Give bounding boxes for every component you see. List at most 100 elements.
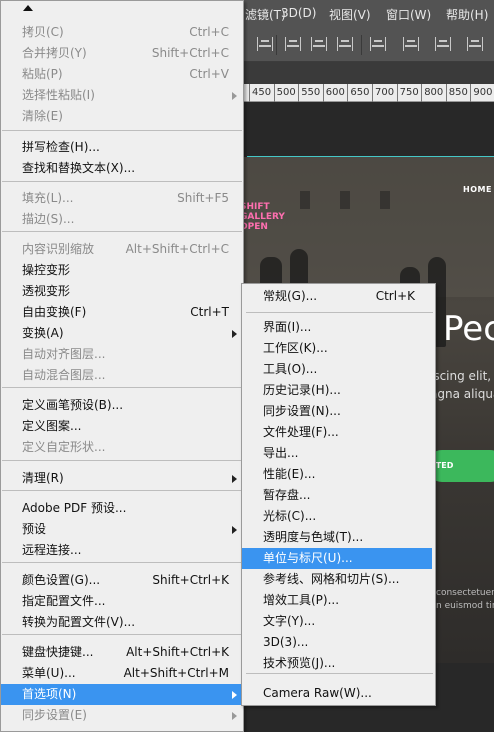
preferences-menu-item[interactable]: 界面(I)... xyxy=(242,317,432,338)
ruler-tick xyxy=(249,84,250,102)
menu-item-label: 颜色设置(G)... xyxy=(22,573,101,587)
menu-item-label: 同步设置(E) xyxy=(22,708,87,722)
menubar-item[interactable]: 帮助(H) xyxy=(446,6,488,23)
menu-item-label: 填充(L)... xyxy=(22,191,74,205)
preferences-menu-item[interactable]: 技术预览(J)... xyxy=(242,653,432,674)
menu-item-label: 内容识别缩放 xyxy=(22,242,95,256)
edit-menu-item: 自动混合图层... xyxy=(1,365,243,386)
submenu-arrow-icon xyxy=(232,475,237,483)
building-window xyxy=(340,191,350,209)
edit-menu-item[interactable]: 指定配置文件... xyxy=(1,591,243,612)
preferences-menu-item[interactable]: 3D(3)... xyxy=(242,632,432,653)
align-icon[interactable] xyxy=(257,37,273,51)
align-icon[interactable] xyxy=(435,37,451,51)
preferences-menu-item[interactable]: Camera Raw(W)... xyxy=(242,683,432,704)
preferences-menu-item[interactable]: 历史记录(H)... xyxy=(242,380,432,401)
align-icon[interactable] xyxy=(285,37,301,51)
ruler-tick xyxy=(372,84,373,102)
menu-item-shortcut: Ctrl+C xyxy=(189,25,229,39)
ruler-label: 600 xyxy=(325,87,345,98)
scroll-up-arrow-icon[interactable] xyxy=(23,5,33,11)
edit-menu-item[interactable]: 清理(R) xyxy=(1,468,243,489)
preferences-menu-item[interactable]: 工具(O)... xyxy=(242,359,432,380)
preferences-menu-item[interactable]: 性能(E)... xyxy=(242,464,432,485)
menu-item-shortcut: Ctrl+K xyxy=(375,289,415,303)
ruler-label: 500 xyxy=(276,87,296,98)
edit-menu-item[interactable]: 菜单(U)... Alt+Shift+Ctrl+M xyxy=(1,663,243,684)
preferences-menu-item[interactable]: 透明度与色域(T)... xyxy=(242,527,432,548)
preferences-menu-item[interactable]: 增效工具(P)... xyxy=(242,590,432,611)
preferences-menu-item[interactable]: 参考线、网格和切片(S)... xyxy=(242,569,432,590)
neon-sign: SHIFT GALLERY OPEN xyxy=(240,202,285,232)
align-icon[interactable] xyxy=(370,37,386,51)
photoshop-window: 滤镜(T) 3D(D) 视图(V) 窗口(W) 帮助(H) 450 500 550 600 65… xyxy=(0,0,494,732)
menu-item-label: 透明度与色域(T)... xyxy=(263,530,364,544)
preferences-menu-item[interactable]: 暂存盘... xyxy=(242,485,432,506)
menu-item-label: 文件处理(F)... xyxy=(263,425,339,439)
menu-item-label: 选择性粘贴(I) xyxy=(22,88,95,102)
menu-item-label: 清理(R) xyxy=(22,471,64,485)
menu-item-label: 清除(E) xyxy=(22,109,63,123)
edit-menu-item[interactable]: 键盘快捷键... Alt+Shift+Ctrl+K xyxy=(1,642,243,663)
edit-menu-item[interactable]: 转换为配置文件(V)... xyxy=(1,612,243,633)
edit-menu-item[interactable]: 颜色设置(G)... Shift+Ctrl+K xyxy=(1,570,243,591)
edit-menu-item[interactable]: 拼写检查(H)... xyxy=(1,137,243,158)
preferences-menu-item[interactable]: 单位与标尺(U)... xyxy=(242,548,432,569)
menu-item-shortcut: Alt+Shift+Ctrl+M xyxy=(123,666,229,680)
menubar-item[interactable]: 3D(D) xyxy=(281,6,316,20)
footer-text-line1: consectetuer a xyxy=(436,588,494,598)
ruler-label: 450 xyxy=(252,87,272,98)
edit-menu-item[interactable]: Adobe PDF 预设... xyxy=(1,498,243,519)
edit-menu-item[interactable]: 查找和替换文本(X)... xyxy=(1,158,243,179)
menu-divider xyxy=(2,460,242,461)
submenu-arrow-icon xyxy=(232,330,237,338)
menu-divider xyxy=(2,387,242,388)
menu-item-shortcut: Shift+F5 xyxy=(177,191,229,205)
menubar-item[interactable]: 视图(V) xyxy=(329,6,371,23)
ruler-tick xyxy=(396,84,398,102)
menu-item-label: 常规(G)... xyxy=(263,289,318,303)
menu-item-label: 参考线、网格和切片(S)... xyxy=(263,572,400,586)
ruler-label: 700 xyxy=(375,87,395,98)
hero-headline: Pec xyxy=(443,309,494,349)
preferences-menu-item[interactable]: 常规(G)... Ctrl+K xyxy=(242,286,432,307)
menu-item-label: 历史记录(H)... xyxy=(263,383,341,397)
menu-divider xyxy=(2,562,242,563)
align-icon[interactable] xyxy=(467,37,483,51)
menubar-item[interactable]: 窗口(W) xyxy=(386,6,431,23)
edit-menu-item[interactable]: 透视变形 xyxy=(1,281,243,302)
preferences-menu-item[interactable]: 光标(C)... xyxy=(242,506,432,527)
menu-divider xyxy=(2,181,242,182)
edit-menu-item[interactable]: 操控变形 xyxy=(1,260,243,281)
menu-item-label: 定义图案... xyxy=(22,419,82,433)
align-icon[interactable] xyxy=(337,37,353,51)
menu-item-label: 预设 xyxy=(22,522,47,536)
edit-menu-item: 同步设置(E) xyxy=(1,705,243,726)
align-icon[interactable] xyxy=(403,37,419,51)
preferences-menu-item[interactable]: 同步设置(N)... xyxy=(242,401,432,422)
ruler-label: 750 xyxy=(399,87,419,98)
preferences-menu-item[interactable]: 文件处理(F)... xyxy=(242,422,432,443)
edit-menu-item[interactable]: 预设 xyxy=(1,519,243,540)
menu-divider xyxy=(2,130,242,131)
preferences-menu-item[interactable]: 文字(Y)... xyxy=(242,611,432,632)
menu-item-label: 性能(E)... xyxy=(263,467,316,481)
menu-item-label: 拷贝(C) xyxy=(22,25,64,39)
align-icon[interactable] xyxy=(311,37,327,51)
preferences-menu-item[interactable]: 导出... xyxy=(242,443,432,464)
edit-menu-item[interactable]: 远程连接... xyxy=(1,540,243,561)
edit-menu-item[interactable]: 首选项(N) xyxy=(1,684,243,705)
menu-item-shortcut: Ctrl+T xyxy=(190,305,229,319)
edit-menu-item: 定义自定形状... xyxy=(1,437,243,458)
menubar-item[interactable]: 滤镜(T) xyxy=(245,6,286,23)
menu-divider xyxy=(2,490,242,491)
building-window xyxy=(300,191,310,209)
submenu-arrow-icon xyxy=(232,691,237,699)
edit-menu-item[interactable]: 定义图案... xyxy=(1,416,243,437)
edit-menu-item[interactable]: 变换(A) xyxy=(1,323,243,344)
edit-menu-item[interactable]: 定义画笔预设(B)... xyxy=(1,395,243,416)
preferences-menu-item[interactable]: 工作区(K)... xyxy=(242,338,432,359)
edit-menu: 拷贝(C) Ctrl+C 合并拷贝(Y) Shift+Ctrl+C 粘贴(P) Ctrl+… xyxy=(0,0,244,732)
menu-item-label: 远程连接... xyxy=(22,543,82,557)
edit-menu-item[interactable]: 自由变换(F) Ctrl+T xyxy=(1,302,243,323)
